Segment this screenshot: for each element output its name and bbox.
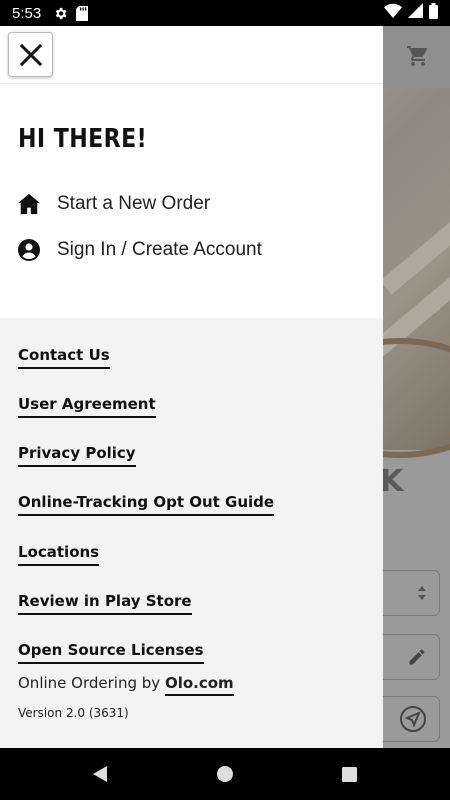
sort-arrows-icon <box>418 586 426 600</box>
background-heading-partial: K <box>380 464 404 499</box>
status-time: 5:53 <box>12 4 42 22</box>
open-source-licenses-link[interactable]: Open Source Licenses <box>18 641 204 664</box>
online-tracking-opt-out-link[interactable]: Online-Tracking Opt Out Guide <box>18 493 275 516</box>
signal-icon <box>408 3 423 23</box>
drawer-header <box>0 26 383 84</box>
home-circle-icon[interactable] <box>213 762 237 786</box>
locations-link[interactable]: Locations <box>18 543 100 566</box>
start-new-order-label: Start a New Order <box>57 193 211 214</box>
greeting-heading: HI THERE! <box>18 124 148 154</box>
recents-square-icon[interactable] <box>337 762 361 786</box>
close-button[interactable] <box>8 32 53 77</box>
status-bar: 5:53 <box>0 0 450 26</box>
home-icon <box>18 193 40 215</box>
navigation-icon <box>400 706 426 732</box>
sign-in-create-account-label: Sign In / Create Account <box>57 239 262 260</box>
close-icon <box>19 43 42 66</box>
sign-in-create-account-button[interactable]: Sign In / Create Account <box>18 239 262 261</box>
olo-link[interactable]: Olo.com <box>164 674 234 696</box>
version-text: Version 2.0 (3631) <box>18 706 129 720</box>
review-play-store-link[interactable]: Review in Play Store <box>18 592 192 615</box>
drawer-top-section: HI THERE! Start a New Order Sign In / Cr… <box>0 26 383 318</box>
contact-us-link[interactable]: Contact Us <box>18 346 110 369</box>
system-navigation-bar <box>0 748 450 800</box>
start-new-order-button[interactable]: Start a New Order <box>18 193 210 215</box>
battery-icon <box>429 2 438 24</box>
gear-icon <box>53 6 68 21</box>
account-icon <box>18 239 40 261</box>
online-ordering-prefix: Online Ordering by <box>18 674 161 692</box>
online-ordering-credit: Online Ordering by Olo.com <box>18 674 234 696</box>
navigation-drawer: HI THERE! Start a New Order Sign In / Cr… <box>0 26 383 748</box>
back-icon[interactable] <box>88 762 112 786</box>
sd-card-icon <box>76 5 89 21</box>
pencil-icon <box>409 649 425 665</box>
cart-icon[interactable] <box>406 44 430 73</box>
wifi-icon <box>384 3 402 23</box>
user-agreement-link[interactable]: User Agreement <box>18 395 156 418</box>
privacy-policy-link[interactable]: Privacy Policy <box>18 444 136 467</box>
